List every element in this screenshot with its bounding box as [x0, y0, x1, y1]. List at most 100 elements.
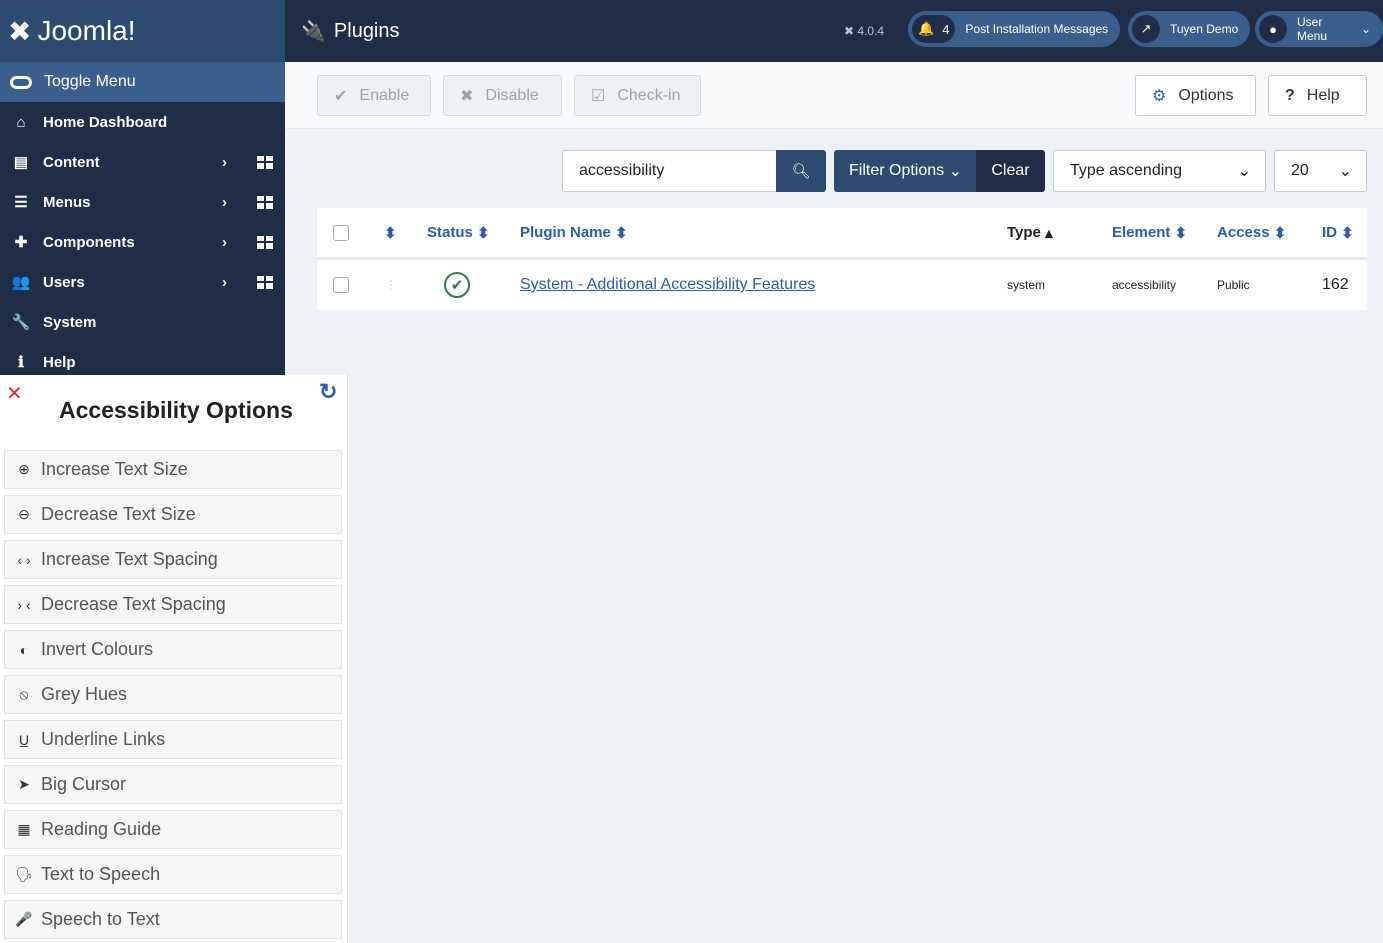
- chevron-down-icon: ⌄: [1360, 22, 1371, 36]
- version: ✖ 4.0.4: [844, 24, 885, 38]
- info-icon: ℹ: [18, 354, 24, 371]
- accessibility-panel: ✕ ↻ Accessibility Options ⊕ Increase Text…: [0, 375, 348, 943]
- sidebar-item-components[interactable]: ✚ Components ›: [0, 222, 285, 262]
- sidebar: ✖ Joomla! Toggle Menu ⌂ Home Dashboard ▤ Con…: [0, 0, 285, 375]
- search-button[interactable]: 🔍︎: [776, 150, 826, 192]
- search-icon: 🔍︎: [791, 163, 811, 180]
- user-icon: ●: [1259, 15, 1287, 43]
- plugin-name-link[interactable]: System - Additional Accessibility Featur…: [520, 276, 815, 294]
- dashboard-grid-icon[interactable]: [257, 275, 273, 289]
- ordering-select[interactable]: Type ascending ⌄: [1053, 150, 1266, 192]
- plugin-element: accessibility: [1112, 278, 1177, 292]
- chevron-right-icon[interactable]: ›: [222, 154, 227, 171]
- file-icon: ▤: [13, 154, 29, 171]
- plug-icon: 🔌: [301, 20, 326, 43]
- sort-type[interactable]: Type ▴: [1007, 208, 1053, 257]
- help-button[interactable]: ? Help: [1268, 75, 1367, 116]
- search-input[interactable]: accessibility: [562, 150, 777, 192]
- chevron-right-icon[interactable]: ›: [222, 234, 227, 251]
- home-icon: ⌂: [16, 113, 26, 131]
- a11y-decrease-text-spacing-button[interactable]: › ‹ Decrease Text Spacing: [4, 585, 342, 624]
- a11y-invert-colours-button[interactable]: ◐ Invert Colours: [4, 630, 342, 669]
- dashboard-grid-icon[interactable]: [257, 195, 273, 209]
- decrease-text-size-icon: ⊖: [18, 506, 30, 522]
- sort-ordering[interactable]: ⬍: [384, 208, 397, 257]
- select-all-checkbox[interactable]: [333, 224, 349, 241]
- sort-access[interactable]: Access ⬍: [1217, 208, 1286, 257]
- header: 🔌 Plugins ✖ 4.0.4 🔔 4 Post Installation Mes…: [285, 0, 1383, 62]
- increase-text-size-icon: ⊕: [18, 461, 30, 477]
- joomla-logo-icon: ✖: [8, 15, 32, 47]
- sort-plugin-name[interactable]: Plugin Name ⬍: [520, 208, 628, 257]
- sidebar-item-home-dashboard[interactable]: ⌂ Home Dashboard: [0, 102, 285, 142]
- speech-to-text-icon: 🎤: [15, 911, 33, 927]
- check-square-icon: ☑: [591, 87, 606, 105]
- a11y-increase-text-spacing-button[interactable]: ‹ › Increase Text Spacing: [4, 540, 342, 579]
- a11y-decrease-text-size-button[interactable]: ⊖ Decrease Text Size: [4, 495, 342, 534]
- a11y-increase-text-size-button[interactable]: ⊕ Increase Text Size: [4, 450, 342, 489]
- plugin-access: Public: [1217, 278, 1250, 292]
- chevron-right-icon[interactable]: ›: [222, 274, 227, 291]
- a11y-big-cursor-button[interactable]: ➤ Big Cursor: [4, 765, 342, 804]
- a11y-grey-hues-button[interactable]: ⦸ Grey Hues: [4, 675, 342, 714]
- toggle-menu-label: Toggle Menu: [44, 73, 136, 90]
- text-to-speech-icon: 🗣: [15, 866, 33, 882]
- filter-options-button[interactable]: Filter Options ⌄: [834, 150, 977, 192]
- plugin-id: 162: [1322, 276, 1349, 293]
- joomla-logo[interactable]: ✖ Joomla!: [0, 0, 285, 62]
- times-icon: ✖: [460, 87, 474, 105]
- toggle-menu[interactable]: Toggle Menu: [0, 62, 285, 102]
- external-link-icon: ↗: [1132, 15, 1160, 43]
- a11y-underline-links-button[interactable]: U̲ Underline Links: [4, 720, 342, 759]
- post-installation-messages-button[interactable]: 🔔 4 Post Installation Messages: [908, 11, 1121, 47]
- status-enabled-icon[interactable]: ✔: [444, 272, 470, 298]
- grey-hues-icon: ⦸: [19, 686, 29, 702]
- gear-icon: ⚙: [1152, 87, 1167, 105]
- row-checkbox[interactable]: [333, 277, 349, 293]
- close-icon[interactable]: ✕: [6, 381, 23, 406]
- toggle-icon: [10, 75, 32, 89]
- underline-links-icon: U̲: [18, 731, 30, 748]
- accessibility-title: Accessibility Options: [59, 397, 293, 423]
- reset-icon[interactable]: ↻: [319, 379, 337, 405]
- wrench-icon: 🔧: [11, 314, 31, 331]
- a11y-speech-to-text-button[interactable]: 🎤 Speech to Text: [4, 900, 342, 939]
- increase-text-spacing-icon: ‹ ›: [17, 551, 31, 568]
- site-link-button[interactable]: ↗ Tuyen Demo: [1128, 11, 1251, 47]
- plugin-type: system: [1007, 278, 1046, 292]
- sidebar-item-menus[interactable]: ☰ Menus ›: [0, 182, 285, 222]
- toolbar: ✔ Enable ✖ Disable ☑ Check-in ⚙ Options ? Hel…: [285, 62, 1383, 129]
- enable-button[interactable]: ✔ Enable: [317, 75, 431, 116]
- disable-button[interactable]: ✖ Disable: [443, 75, 562, 116]
- bell-icon: 🔔: [918, 21, 935, 36]
- decrease-text-spacing-icon: › ‹: [17, 596, 31, 613]
- sort-element[interactable]: Element ⬍: [1112, 208, 1187, 257]
- list-icon: ☰: [14, 194, 28, 211]
- invert-colours-icon: ◐: [19, 641, 29, 658]
- big-cursor-icon: ➤: [18, 776, 30, 792]
- users-icon: 👥: [11, 274, 31, 291]
- options-button[interactable]: ⚙ Options: [1135, 75, 1256, 116]
- sort-status[interactable]: Status ⬍: [427, 208, 490, 257]
- sort-id[interactable]: ID ⬍: [1322, 208, 1354, 257]
- sidebar-item-users[interactable]: 👥 Users ›: [0, 262, 285, 302]
- check-icon: ✔: [334, 87, 348, 105]
- notification-count: 4: [942, 21, 950, 37]
- puzzle-icon: ✚: [14, 234, 28, 251]
- reading-guide-icon: ▦: [17, 821, 31, 837]
- a11y-text-to-speech-button[interactable]: 🗣 Text to Speech: [4, 855, 342, 894]
- a11y-reading-guide-button[interactable]: ▦ Reading Guide: [4, 810, 342, 849]
- chevron-right-icon[interactable]: ›: [222, 194, 227, 211]
- sidebar-item-content[interactable]: ▤ Content ›: [0, 142, 285, 182]
- page-title: Plugins: [333, 19, 400, 42]
- sidebar-item-system[interactable]: 🔧 System: [0, 302, 285, 342]
- plugins-table: ⬍ Status ⬍ Plugin Name ⬍ Type ▴ Element …: [317, 208, 1367, 310]
- dashboard-grid-icon[interactable]: [257, 155, 273, 169]
- dashboard-grid-icon[interactable]: [257, 235, 273, 249]
- user-menu-button[interactable]: ● User Menu ⌄: [1255, 11, 1383, 47]
- checkin-button[interactable]: ☑ Check-in: [574, 75, 701, 116]
- clear-button[interactable]: Clear: [976, 150, 1045, 192]
- limit-select[interactable]: 20 ⌄: [1274, 150, 1367, 192]
- drag-handle-icon[interactable]: ⋮: [385, 260, 397, 310]
- chevron-down-icon: ⌄: [1338, 163, 1352, 180]
